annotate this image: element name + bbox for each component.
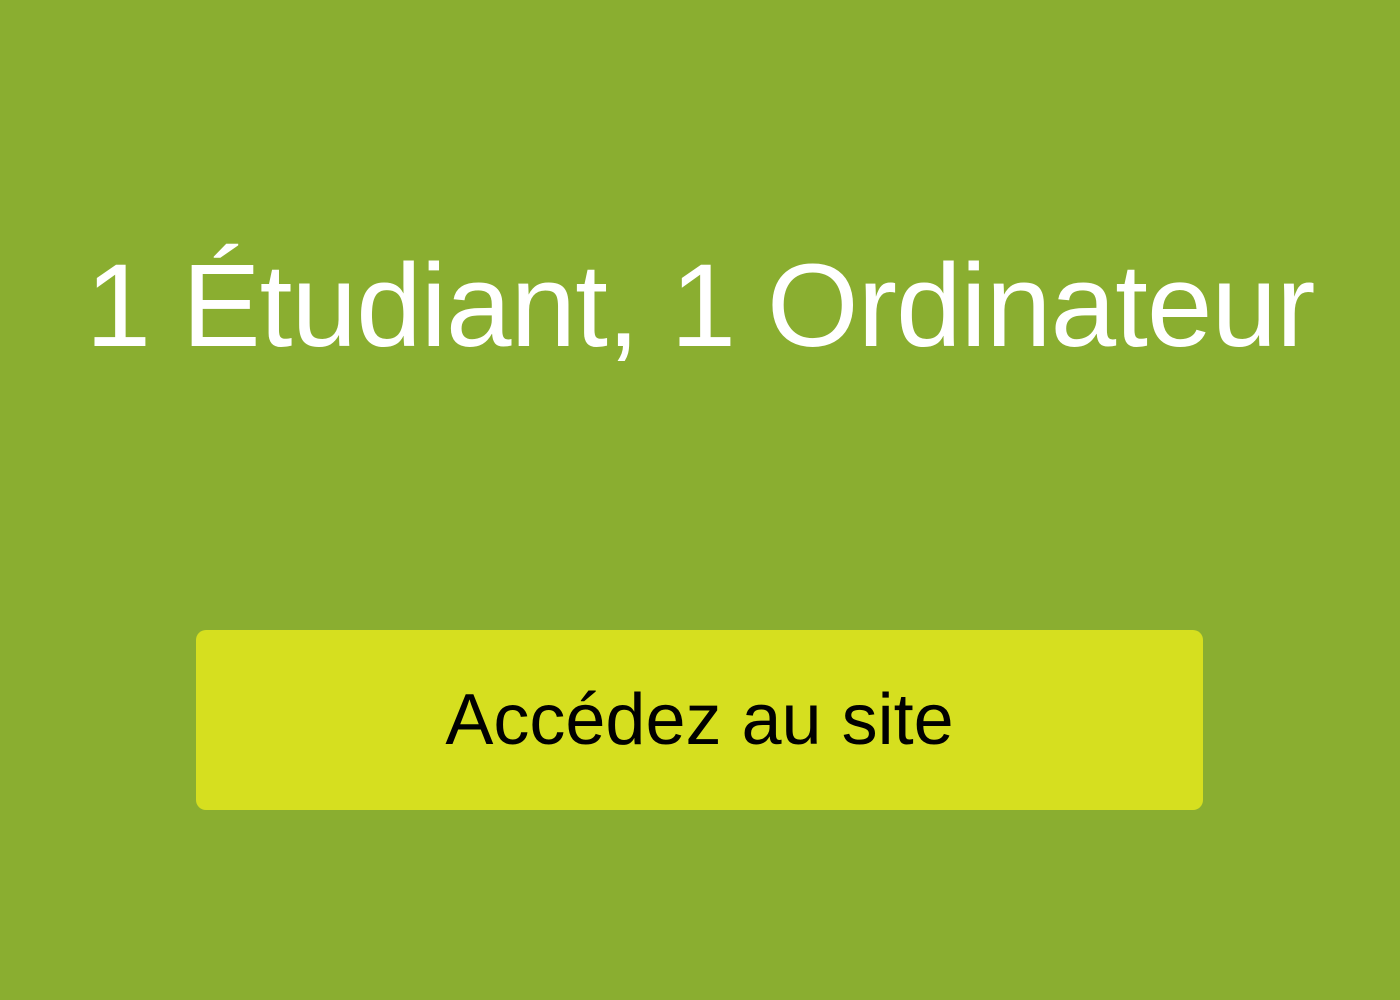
headline: 1 Étudiant, 1 Ordinateur: [85, 240, 1316, 372]
access-site-button[interactable]: Accédez au site: [196, 630, 1203, 810]
promo-banner: 1 Étudiant, 1 Ordinateur Accédez au site: [0, 0, 1400, 1000]
access-site-button-label: Accédez au site: [445, 680, 954, 760]
